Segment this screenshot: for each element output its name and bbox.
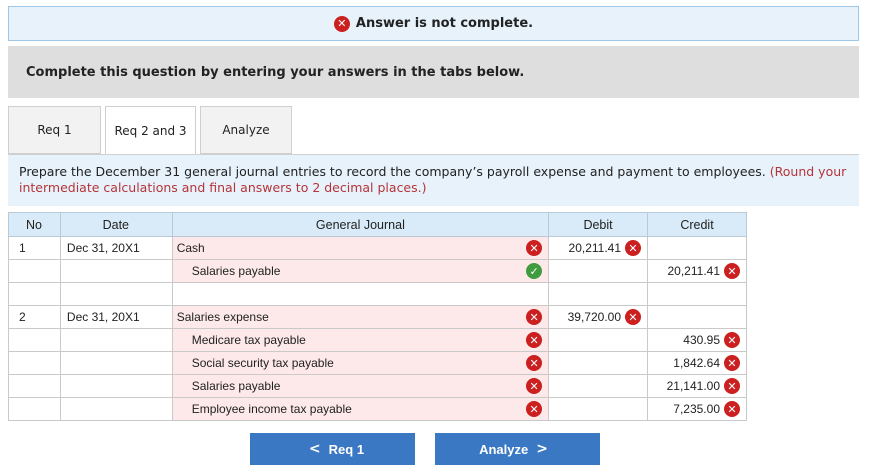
header-credit: Credit	[647, 212, 747, 237]
credit-cell[interactable]: 21,141.00 ✕	[647, 374, 747, 398]
credit-amount: 430.95	[683, 333, 720, 347]
credit-amount: 21,141.00	[666, 379, 720, 393]
x-circle-icon: ✕	[724, 401, 740, 417]
x-circle-icon: ✕	[526, 401, 543, 417]
table-row: Social security tax payable ✕ 1,842.64 ✕	[8, 351, 747, 375]
table-row: Salaries payable ✓ 20,211.41 ✕	[8, 259, 747, 283]
debit-cell[interactable]	[548, 374, 649, 398]
account-name: Social security tax payable	[191, 356, 334, 370]
account-name: Medicare tax payable	[191, 333, 306, 347]
credit-cell[interactable]	[647, 305, 747, 329]
tab-analyze[interactable]: Analyze	[200, 106, 292, 154]
row-number	[8, 351, 61, 375]
credit-cell	[647, 282, 747, 306]
status-banner: ✕ Answer is not complete.	[8, 6, 859, 41]
tab-bar: Req 1 Req 2 and 3 Analyze	[8, 106, 296, 155]
date-cell[interactable]	[59, 259, 173, 283]
date-cell[interactable]: Dec 31, 20X1	[59, 305, 173, 329]
x-circle-icon: ✕	[724, 378, 740, 394]
credit-amount: 1,842.64	[673, 356, 720, 370]
table-header-row: No Date General Journal Debit Credit	[8, 212, 747, 237]
table-row: 1 Dec 31, 20X1 Cash ✕ 20,211.41 ✕	[8, 236, 747, 260]
table-row: Employee income tax payable ✕ 7,235.00 ✕	[8, 397, 747, 421]
x-circle-icon: ✕	[625, 309, 642, 325]
date-cell[interactable]	[59, 397, 173, 421]
status-message: Answer is not complete.	[355, 16, 534, 31]
table-row: Salaries payable ✕ 21,141.00 ✕	[8, 374, 747, 398]
account-name: Cash	[176, 241, 205, 255]
credit-amount: 20,211.41	[667, 264, 721, 278]
x-circle-icon: ✕	[526, 378, 543, 394]
credit-cell[interactable]: 20,211.41 ✕	[647, 259, 747, 283]
x-circle-icon: ✕	[724, 355, 740, 371]
instructions-text: Complete this question by entering your …	[26, 64, 525, 80]
x-circle-icon: ✕	[333, 15, 350, 32]
row-number	[8, 282, 61, 306]
debit-cell	[548, 282, 649, 306]
header-general-journal: General Journal	[171, 212, 550, 237]
table-row: Medicare tax payable ✕ 430.95 ✕	[8, 328, 747, 352]
instructions-bar: Complete this question by entering your …	[8, 46, 859, 98]
x-circle-icon: ✕	[526, 332, 543, 348]
account-cell[interactable]: Salaries payable ✓	[171, 259, 550, 283]
debit-cell[interactable]	[548, 351, 649, 375]
x-circle-icon: ✕	[724, 332, 740, 348]
next-analyze-button[interactable]: Analyze >	[435, 433, 600, 465]
date-cell[interactable]: Dec 31, 20X1	[59, 236, 173, 260]
credit-cell[interactable]: 1,842.64 ✕	[647, 351, 747, 375]
account-cell[interactable]: Cash ✕	[171, 236, 550, 260]
row-number	[8, 328, 61, 352]
debit-cell[interactable]	[548, 328, 649, 352]
row-number	[8, 397, 61, 421]
date-cell[interactable]	[59, 374, 173, 398]
row-number	[8, 259, 61, 283]
header-date: Date	[59, 212, 173, 237]
debit-cell[interactable]	[548, 397, 649, 421]
account-cell[interactable]: Social security tax payable ✕	[171, 351, 550, 375]
date-cell[interactable]	[59, 351, 173, 375]
x-circle-icon: ✕	[526, 355, 543, 371]
x-circle-icon: ✕	[724, 263, 740, 279]
chevron-left-icon: <	[308, 441, 321, 457]
credit-amount: 7,235.00	[673, 402, 720, 416]
row-number: 2	[8, 305, 61, 329]
account-cell	[171, 282, 550, 306]
table-row: 2 Dec 31, 20X1 Salaries expense ✕ 39,720.00 ✕	[8, 305, 747, 329]
general-journal-table: No Date General Journal Debit Credit 1 De…	[8, 212, 747, 421]
account-cell[interactable]: Employee income tax payable ✕	[171, 397, 550, 421]
prev-req-button[interactable]: < Req 1	[250, 433, 415, 465]
debit-cell[interactable]	[548, 259, 649, 283]
x-circle-icon: ✕	[625, 240, 642, 256]
debit-cell[interactable]: 20,211.41 ✕	[548, 236, 649, 260]
header-debit: Debit	[548, 212, 649, 237]
chevron-right-icon: >	[536, 441, 548, 457]
date-cell[interactable]	[59, 328, 173, 352]
row-number: 1	[8, 236, 61, 260]
account-name: Employee income tax payable	[191, 402, 352, 416]
tab-req-1[interactable]: Req 1	[8, 106, 101, 154]
table-row	[8, 282, 747, 306]
header-no: No	[8, 212, 61, 237]
debit-amount: 20,211.41	[568, 241, 622, 255]
debit-amount: 39,720.00	[567, 310, 622, 324]
prompt-text: Prepare the December 31 general journal …	[19, 164, 766, 179]
x-circle-icon: ✕	[526, 240, 543, 256]
date-cell	[59, 282, 173, 306]
credit-cell[interactable]	[647, 236, 747, 260]
account-cell[interactable]: Medicare tax payable ✕	[171, 328, 550, 352]
journal-body: 1 Dec 31, 20X1 Cash ✕ 20,211.41 ✕ Salaries pay…	[8, 236, 747, 421]
x-circle-icon: ✕	[526, 309, 543, 325]
account-name: Salaries expense	[176, 310, 269, 324]
account-name: Salaries payable	[191, 379, 281, 393]
credit-cell[interactable]: 7,235.00 ✕	[647, 397, 747, 421]
account-cell[interactable]: Salaries payable ✕	[171, 374, 550, 398]
account-name: Salaries payable	[191, 264, 281, 278]
check-circle-icon: ✓	[526, 263, 543, 279]
account-cell[interactable]: Salaries expense ✕	[171, 305, 550, 329]
debit-cell[interactable]: 39,720.00 ✕	[548, 305, 649, 329]
question-prompt: Prepare the December 31 general journal …	[8, 154, 859, 206]
credit-cell[interactable]: 430.95 ✕	[647, 328, 747, 352]
row-number	[8, 374, 61, 398]
tab-req-2-and-3[interactable]: Req 2 and 3	[105, 106, 196, 155]
